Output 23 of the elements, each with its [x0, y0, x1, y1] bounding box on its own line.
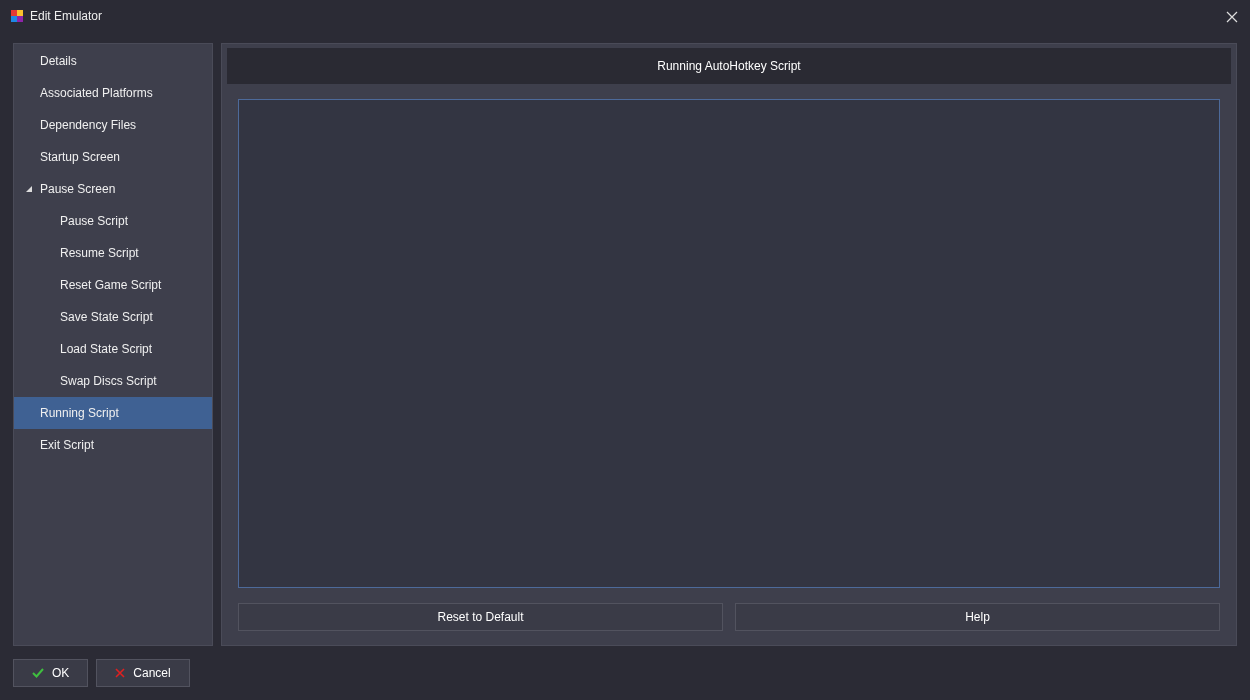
- panel-button[interactable]: Help: [735, 603, 1220, 631]
- window-title: Edit Emulator: [30, 8, 103, 25]
- tree-item[interactable]: Resume Script: [14, 237, 212, 269]
- panel-button[interactable]: Reset to Default: [238, 603, 723, 631]
- tree-item[interactable]: Reset Game Script: [14, 269, 212, 301]
- panel-header: Running AutoHotkey Script: [227, 48, 1231, 84]
- tree-item[interactable]: Load State Script: [14, 333, 212, 365]
- tree-item[interactable]: Swap Discs Script: [14, 365, 212, 397]
- tree-item[interactable]: Details: [14, 45, 212, 77]
- ok-button[interactable]: OK: [13, 659, 89, 687]
- cross-icon: [115, 668, 126, 678]
- app-cube-icon: [10, 9, 24, 23]
- tree-item[interactable]: Pause Script: [14, 205, 212, 237]
- tree-item[interactable]: Exit Script: [14, 429, 212, 461]
- expanded-caret-icon[interactable]: [26, 186, 32, 192]
- tree-item[interactable]: Save State Script: [14, 301, 212, 333]
- tree-item[interactable]: Dependency Files: [14, 109, 212, 141]
- tree-item[interactable]: Startup Screen: [14, 141, 212, 173]
- check-icon: [32, 668, 44, 678]
- tree-item[interactable]: Associated Platforms: [14, 77, 212, 109]
- tree-item[interactable]: Pause Screen: [14, 173, 212, 205]
- cancel-button[interactable]: Cancel: [96, 659, 190, 687]
- tree-item[interactable]: Running Script: [14, 397, 212, 429]
